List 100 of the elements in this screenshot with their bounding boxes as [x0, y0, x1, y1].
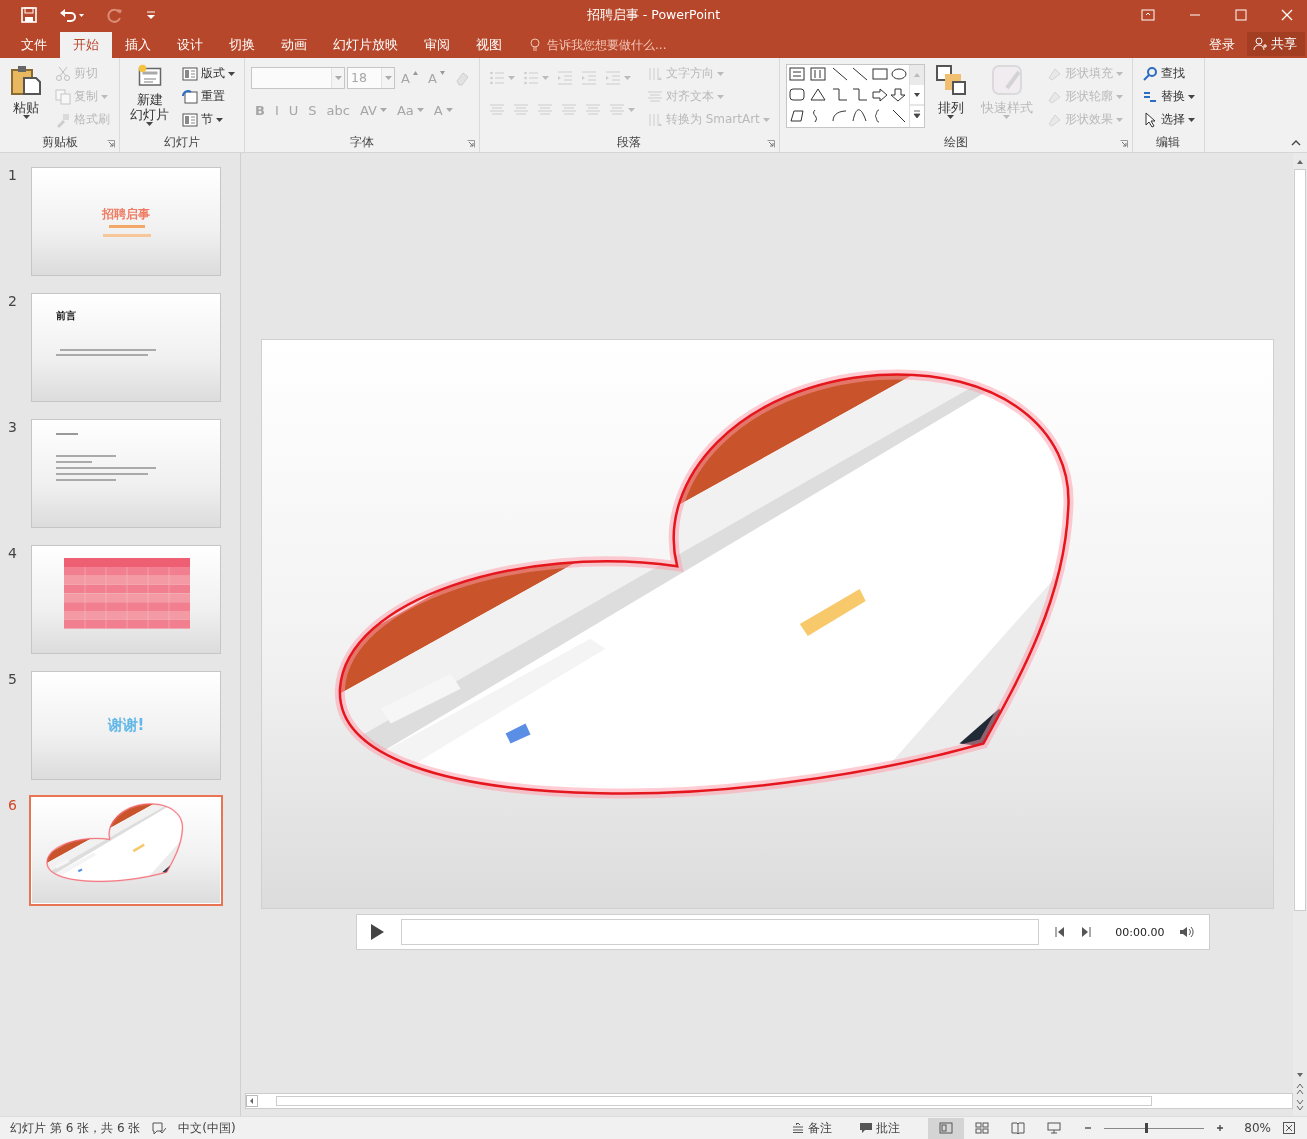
menu-tab[interactable]: 幻灯片放映 [320, 32, 411, 58]
step-forward-icon[interactable] [1081, 927, 1092, 937]
ribbon-button[interactable]: 新建 幻灯片 [126, 62, 173, 128]
next-slide-icon[interactable] [1294, 1098, 1306, 1112]
dialog-launcher-icon[interactable] [107, 140, 115, 148]
arrange-icon [934, 64, 967, 96]
reading-view-icon [1011, 1122, 1026, 1134]
up-arrow-icon [412, 71, 418, 75]
close-icon[interactable] [1281, 9, 1293, 21]
view-button[interactable] [928, 1117, 965, 1139]
undo-icon[interactable] [59, 7, 85, 23]
caret-icon [416, 108, 424, 112]
group-label: 绘图 [943, 133, 968, 151]
outdent-icon [556, 70, 573, 86]
language[interactable]: 中文(中国) [178, 1119, 236, 1137]
slide-number: 2 [7, 293, 18, 309]
zoom-in-icon[interactable] [1216, 1124, 1225, 1132]
slide-sorter-icon [975, 1122, 990, 1134]
caret-icon [146, 122, 153, 126]
dialog-launcher-icon[interactable] [466, 140, 475, 148]
menu-tab[interactable]: 审阅 [411, 32, 463, 58]
redo-icon[interactable] [107, 7, 123, 23]
sign-in-link[interactable]: 登录 [1197, 32, 1247, 58]
caret-icon [627, 108, 635, 112]
group-label: 编辑 [1156, 133, 1181, 151]
reset-icon [182, 88, 198, 105]
maximize-icon[interactable] [1235, 9, 1247, 21]
caret-icon [1115, 71, 1123, 76]
volume-icon[interactable] [1178, 926, 1195, 938]
dialog-launcher-icon[interactable] [1119, 140, 1128, 148]
ribbon-button[interactable]: 查找 [1138, 62, 1198, 85]
horizontal-scrollbar[interactable] [245, 1093, 1293, 1109]
window-title: 招聘启事 - PowerPoint [586, 6, 721, 24]
scroll-left-icon[interactable] [246, 1095, 258, 1107]
slide-number: 5 [7, 671, 18, 687]
proofing-icon[interactable] [152, 1121, 167, 1135]
share-button[interactable]: 共享 [1247, 32, 1305, 56]
notes-icon [792, 1123, 805, 1133]
caret-icon [1115, 117, 1123, 122]
menu-tab[interactable]: 视图 [463, 32, 515, 58]
slide-thumbnail[interactable]: 前言 [31, 293, 221, 402]
menu-tab[interactable]: 插入 [112, 32, 164, 58]
caret-icon [1187, 117, 1195, 122]
tell-me-field[interactable]: 告诉我您想要做什么... [545, 37, 709, 53]
slide-number: 1 [7, 167, 18, 183]
customize-icon[interactable] [145, 10, 157, 20]
caret-icon [379, 108, 387, 112]
menu-tab[interactable]: 开始 [60, 32, 112, 58]
slideshow-icon [1047, 1122, 1062, 1134]
time-display: 00:00.00 [1115, 925, 1165, 939]
menu-tab[interactable]: 动画 [268, 32, 320, 58]
slide-thumbnail[interactable] [31, 545, 221, 654]
caret-icon [101, 94, 108, 99]
caret-icon [216, 117, 223, 122]
brush-icon [55, 111, 71, 128]
ribbon-button[interactable]: 替换 [1138, 85, 1198, 108]
fit-to-window-icon[interactable] [1283, 1122, 1295, 1134]
caret-icon [22, 115, 30, 119]
slide-title: 前言 [56, 309, 76, 323]
caret-icon [947, 115, 955, 119]
notes-button[interactable]: 备注 [792, 1119, 833, 1137]
ribbon-button[interactable]: 重置 [179, 85, 238, 108]
zoom-level[interactable]: 80% [1244, 1121, 1271, 1135]
group-label: 字体 [349, 133, 374, 151]
dialog-launcher-icon[interactable] [766, 140, 775, 148]
numbering-icon [522, 70, 539, 86]
caret-icon [716, 71, 724, 76]
caret-icon [1115, 94, 1123, 99]
caret-icon [1003, 115, 1011, 119]
step-back-icon[interactable] [1055, 927, 1066, 937]
ribbon-button[interactable]: 选择 [1138, 108, 1198, 131]
group-label: 剪贴板 [41, 133, 78, 151]
comments-button[interactable]: 批注 [860, 1119, 901, 1137]
search-icon [1141, 65, 1158, 82]
group-label: 幻灯片 [164, 133, 200, 151]
menu-tab[interactable]: 设计 [164, 32, 216, 58]
style-icon [990, 64, 1023, 96]
slide-title: 招聘启事 [101, 206, 151, 223]
slide-count: 幻灯片 第 6 张，共 6 张 [10, 1119, 141, 1137]
slide-thumbnail[interactable] [31, 419, 221, 528]
ribbon-button[interactable]: 节 [179, 108, 238, 131]
ribbon-button[interactable]: 粘贴 [6, 62, 46, 128]
play-icon[interactable] [368, 923, 385, 941]
lightbulb-icon [529, 38, 541, 52]
menu-tab[interactable]: 切换 [216, 32, 268, 58]
slide-thumbnail[interactable] [29, 795, 223, 906]
zoom-out-icon[interactable] [1084, 1124, 1093, 1132]
previous-slide-icon[interactable] [1294, 1082, 1306, 1096]
vertical-scrollbar[interactable] [1293, 153, 1307, 1116]
caret-icon [507, 76, 515, 80]
save-icon[interactable] [21, 7, 37, 23]
ribbon-button[interactable]: 排列 [930, 62, 971, 128]
text-direction-icon [646, 65, 663, 82]
zoom-slider-thumb[interactable] [1145, 1122, 1149, 1133]
ribbon-options-icon[interactable] [1141, 9, 1155, 21]
normal-view-icon [939, 1122, 954, 1134]
ribbon-button[interactable]: 版式 [179, 62, 238, 85]
menu-tab[interactable]: 文件 [8, 32, 60, 58]
slide-number: 4 [7, 545, 18, 561]
collapse-ribbon-icon[interactable] [1291, 139, 1301, 146]
